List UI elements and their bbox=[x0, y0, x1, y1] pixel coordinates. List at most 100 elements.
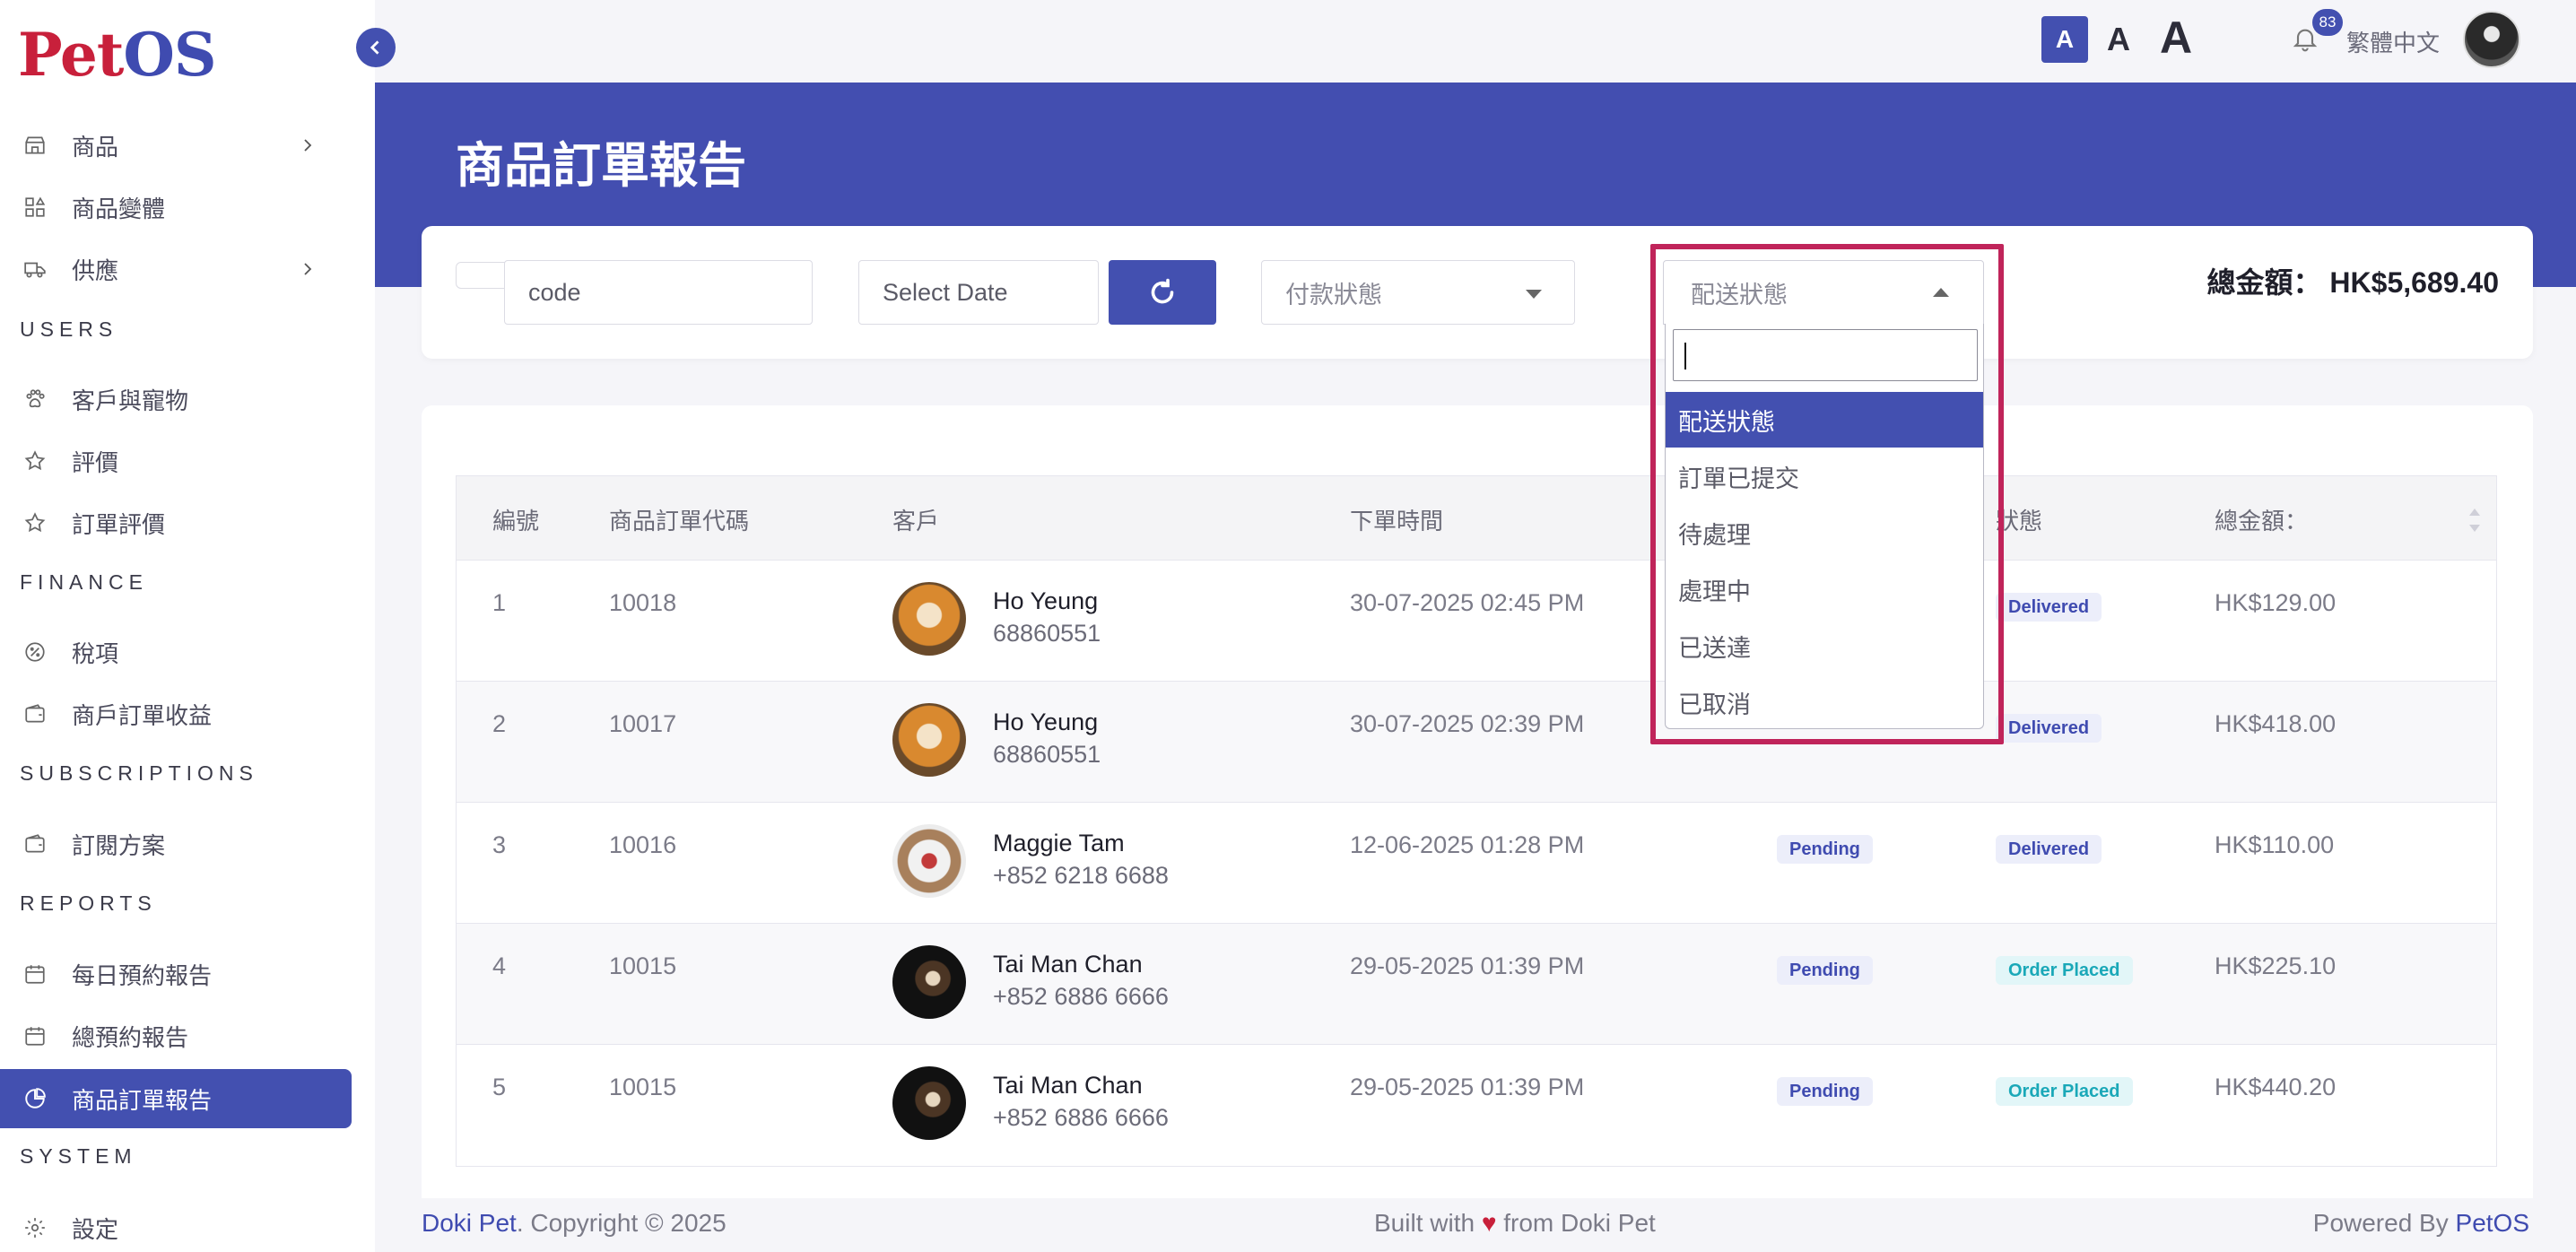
section-label-finance: FINANCE bbox=[20, 570, 148, 594]
sidebar-item-reviews[interactable]: 評價 bbox=[0, 431, 352, 491]
order-time: 30-07-2025 02:45 PM bbox=[1350, 589, 1585, 616]
customer-name: Tai Man Chan bbox=[993, 1072, 1143, 1099]
column-header-no[interactable]: 編號 bbox=[492, 503, 539, 536]
text-cursor bbox=[1684, 343, 1686, 370]
sidebar-item-total-booking-report[interactable]: 總預約報告 bbox=[0, 1006, 352, 1065]
sidebar-item-tax[interactable]: 稅項 bbox=[0, 622, 352, 682]
caret-down-icon bbox=[1526, 290, 1542, 299]
dropdown-option[interactable]: 已送達 bbox=[1666, 618, 1983, 674]
page-title: 商品訂單報告 bbox=[456, 139, 746, 193]
star-icon bbox=[24, 512, 46, 533]
table-row[interactable]: 4 10015 Tai Man Chan +852 6886 6666 29-0… bbox=[457, 924, 2496, 1045]
section-label-subscriptions: SUBSCRIPTIONS bbox=[20, 761, 258, 785]
column-header-customer[interactable]: 客戶 bbox=[892, 503, 939, 536]
dropdown-option[interactable]: 配送狀態 bbox=[1666, 392, 1983, 448]
dropdown-option[interactable]: 已取消 bbox=[1666, 674, 1983, 730]
section-label-users: USERS bbox=[20, 317, 118, 341]
order-code: 10018 bbox=[609, 589, 677, 616]
order-code: 10015 bbox=[609, 952, 677, 979]
column-header-total[interactable]: 總金額： bbox=[2215, 503, 2308, 536]
petos-logo[interactable]: PetOS bbox=[18, 20, 217, 90]
caret-up-icon bbox=[1933, 288, 1949, 297]
table-row[interactable]: 3 10016 Maggie Tam +852 6218 6688 12-06-… bbox=[457, 803, 2496, 924]
store-icon bbox=[25, 136, 45, 154]
order-code: 10017 bbox=[609, 710, 677, 737]
order-no: 2 bbox=[492, 710, 507, 737]
delivery-status-select[interactable]: 配送狀態 bbox=[1663, 260, 1984, 325]
sidebar-item-label: 評價 bbox=[72, 448, 119, 476]
payment-status-select[interactable]: 付款狀態 bbox=[1261, 260, 1575, 325]
customer-name: Maggie Tam bbox=[993, 830, 1125, 856]
date-picker-input[interactable]: Select Date bbox=[858, 260, 1099, 325]
code-prefix-box bbox=[456, 262, 506, 289]
sidebar-item-label: 商戶訂單收益 bbox=[72, 701, 213, 729]
sidebar-item-merchant-revenue[interactable]: 商戶訂單收益 bbox=[0, 684, 352, 743]
dropdown-option[interactable]: 處理中 bbox=[1666, 561, 1983, 617]
font-size-large-button[interactable]: A bbox=[2149, 11, 2203, 65]
sidebar-item-product-variants[interactable]: 商品變體 bbox=[0, 178, 352, 237]
gear-icon bbox=[25, 1218, 45, 1238]
sidebar-item-label: 商品訂單報告 bbox=[72, 1086, 213, 1114]
status-badge: Delivered bbox=[1996, 835, 2102, 864]
sidebar-item-supply[interactable]: 供應 bbox=[0, 239, 352, 299]
sidebar: PetOS 商品 商品變體 供應 USERS 客戶與寵物 評價 訂單評價 FIN… bbox=[0, 0, 375, 1252]
footer-powered-by: Powered By PetOS bbox=[2313, 1209, 2529, 1238]
delivery-status-dropdown: 配送狀態 訂單已提交 待處理 處理中 已送達 已取消 bbox=[1665, 324, 1984, 729]
dropdown-search-input[interactable] bbox=[1673, 329, 1978, 381]
sidebar-item-order-reviews[interactable]: 訂單評價 bbox=[0, 493, 352, 552]
refresh-button[interactable] bbox=[1109, 260, 1216, 325]
font-size-small-button[interactable]: A bbox=[2041, 16, 2088, 63]
footer-petos-link[interactable]: PetOS bbox=[2456, 1209, 2529, 1237]
grand-total: 總金額： HK$5,689.40 bbox=[2207, 260, 2499, 301]
order-no: 3 bbox=[492, 831, 507, 858]
column-header-order-time[interactable]: 下單時間 bbox=[1350, 503, 1443, 536]
chevron-left-icon bbox=[370, 40, 379, 55]
payment-status-placeholder: 付款狀態 bbox=[1285, 281, 1382, 309]
sidebar-item-label: 總預約報告 bbox=[72, 1023, 189, 1051]
sidebar-item-subscription-plans[interactable]: 訂閱方案 bbox=[0, 814, 352, 874]
customer-phone: +852 6886 6666 bbox=[993, 1104, 1169, 1131]
footer-brand-link[interactable]: Doki Pet bbox=[422, 1209, 517, 1237]
user-avatar[interactable] bbox=[2463, 11, 2520, 68]
order-no: 5 bbox=[492, 1074, 507, 1100]
wallet-icon bbox=[25, 704, 45, 723]
dropdown-option[interactable]: 訂單已提交 bbox=[1666, 448, 1983, 504]
customer-avatar bbox=[892, 703, 966, 777]
customer-phone: +852 6218 6688 bbox=[993, 862, 1169, 889]
order-total: HK$129.00 bbox=[2215, 589, 2337, 616]
status-badge: Delivered bbox=[1996, 593, 2102, 622]
sort-icon[interactable] bbox=[2467, 505, 2482, 535]
language-selector[interactable]: 繁體中文 bbox=[2346, 25, 2440, 58]
section-label-reports: REPORTS bbox=[20, 891, 157, 915]
footer-built-with: Built with ♥ from Doki Pet bbox=[1374, 1209, 1656, 1238]
sidebar-item-settings[interactable]: 設定 bbox=[0, 1198, 352, 1252]
font-size-medium-button[interactable]: A bbox=[2099, 16, 2138, 63]
table-row[interactable]: 2 10017 Ho Yeung 68860551 30-07-2025 02:… bbox=[457, 682, 2496, 803]
order-code: 10016 bbox=[609, 831, 677, 858]
sidebar-item-label: 商品 bbox=[72, 133, 119, 161]
section-label-system: SYSTEM bbox=[20, 1144, 137, 1168]
sidebar-item-label: 訂閱方案 bbox=[72, 831, 166, 859]
orders-table: 編號 商品訂單代碼 客戶 下單時間 狀態 總金額： 1 10018 Ho Yeu… bbox=[456, 475, 2497, 1167]
order-total: HK$225.10 bbox=[2215, 952, 2337, 979]
status-badge: Order Placed bbox=[1996, 1077, 2133, 1106]
status-badge: Delivered bbox=[1996, 714, 2102, 743]
sidebar-item-products[interactable]: 商品 bbox=[0, 116, 352, 175]
dropdown-option[interactable]: 待處理 bbox=[1666, 505, 1983, 561]
footer-powered-text: Powered By bbox=[2312, 1209, 2456, 1237]
payment-badge: Pending bbox=[1777, 835, 1873, 864]
sidebar-item-customers-pets[interactable]: 客戶與寵物 bbox=[0, 370, 352, 429]
customer-name: Tai Man Chan bbox=[993, 951, 1143, 978]
sidebar-collapse-button[interactable] bbox=[356, 28, 396, 67]
delivery-status-placeholder: 配送狀態 bbox=[1691, 281, 1788, 309]
code-input[interactable]: code bbox=[504, 260, 813, 325]
customer-phone: 68860551 bbox=[993, 741, 1101, 768]
paw-icon bbox=[26, 389, 45, 408]
table-row[interactable]: 5 10015 Tai Man Chan +852 6886 6666 29-0… bbox=[457, 1045, 2496, 1166]
calendar-icon bbox=[25, 1027, 45, 1046]
sidebar-item-daily-booking-report[interactable]: 每日預約報告 bbox=[0, 944, 352, 1004]
table-row[interactable]: 1 10018 Ho Yeung 68860551 30-07-2025 02:… bbox=[457, 561, 2496, 682]
sidebar-item-product-order-report[interactable]: 商品訂單報告 bbox=[0, 1069, 352, 1128]
truck-icon bbox=[24, 262, 46, 278]
column-header-order-code[interactable]: 商品訂單代碼 bbox=[609, 503, 749, 536]
